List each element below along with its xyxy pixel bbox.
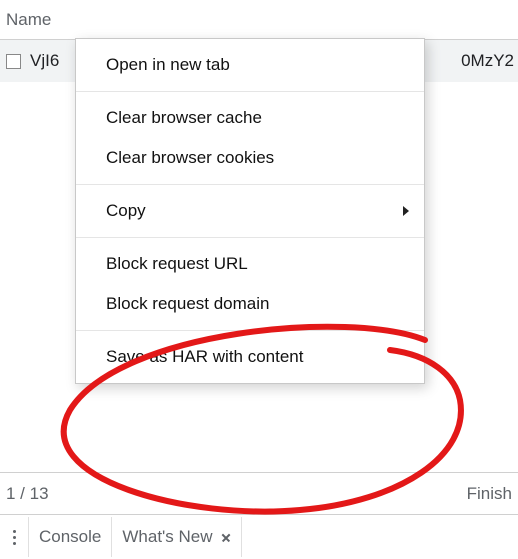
tab-whats-new[interactable]: What's New: [112, 517, 241, 557]
menu-save-as-har[interactable]: Save as HAR with content: [76, 337, 424, 377]
menu-separator: [76, 330, 424, 331]
menu-separator: [76, 91, 424, 92]
drawer-tabstrip: Console What's New: [0, 514, 518, 559]
menu-separator: [76, 237, 424, 238]
tab-label: What's New: [122, 527, 212, 547]
menu-item-label: Copy: [106, 201, 146, 221]
close-icon[interactable]: [221, 532, 231, 542]
column-header-label: Name: [6, 10, 51, 29]
finish-label: Finish: [467, 484, 518, 504]
row-name-end: 0MzY2: [461, 51, 518, 71]
menu-clear-browser-cookies[interactable]: Clear browser cookies: [76, 138, 424, 178]
row-initiator-box: [6, 54, 21, 69]
requests-count: 1 / 13: [6, 484, 49, 504]
network-status-bar: 1 / 13 Finish: [0, 472, 518, 514]
menu-item-label: Block request URL: [106, 254, 248, 274]
submenu-arrow-icon: [402, 205, 410, 217]
menu-open-in-new-tab[interactable]: Open in new tab: [76, 45, 424, 85]
menu-block-request-url[interactable]: Block request URL: [76, 244, 424, 284]
menu-clear-browser-cache[interactable]: Clear browser cache: [76, 98, 424, 138]
column-header-name[interactable]: Name: [0, 0, 518, 40]
menu-item-label: Clear browser cache: [106, 108, 262, 128]
menu-separator: [76, 184, 424, 185]
tab-console[interactable]: Console: [28, 517, 112, 557]
menu-item-label: Save as HAR with content: [106, 347, 303, 367]
menu-copy[interactable]: Copy: [76, 191, 424, 231]
kebab-menu-icon[interactable]: [0, 520, 28, 555]
menu-item-label: Open in new tab: [106, 55, 230, 75]
menu-block-request-domain[interactable]: Block request domain: [76, 284, 424, 324]
menu-item-label: Clear browser cookies: [106, 148, 274, 168]
menu-item-label: Block request domain: [106, 294, 269, 314]
row-name-start: VjI6: [30, 51, 59, 71]
tab-label: Console: [39, 527, 101, 547]
network-context-menu: Open in new tab Clear browser cache Clea…: [75, 38, 425, 384]
